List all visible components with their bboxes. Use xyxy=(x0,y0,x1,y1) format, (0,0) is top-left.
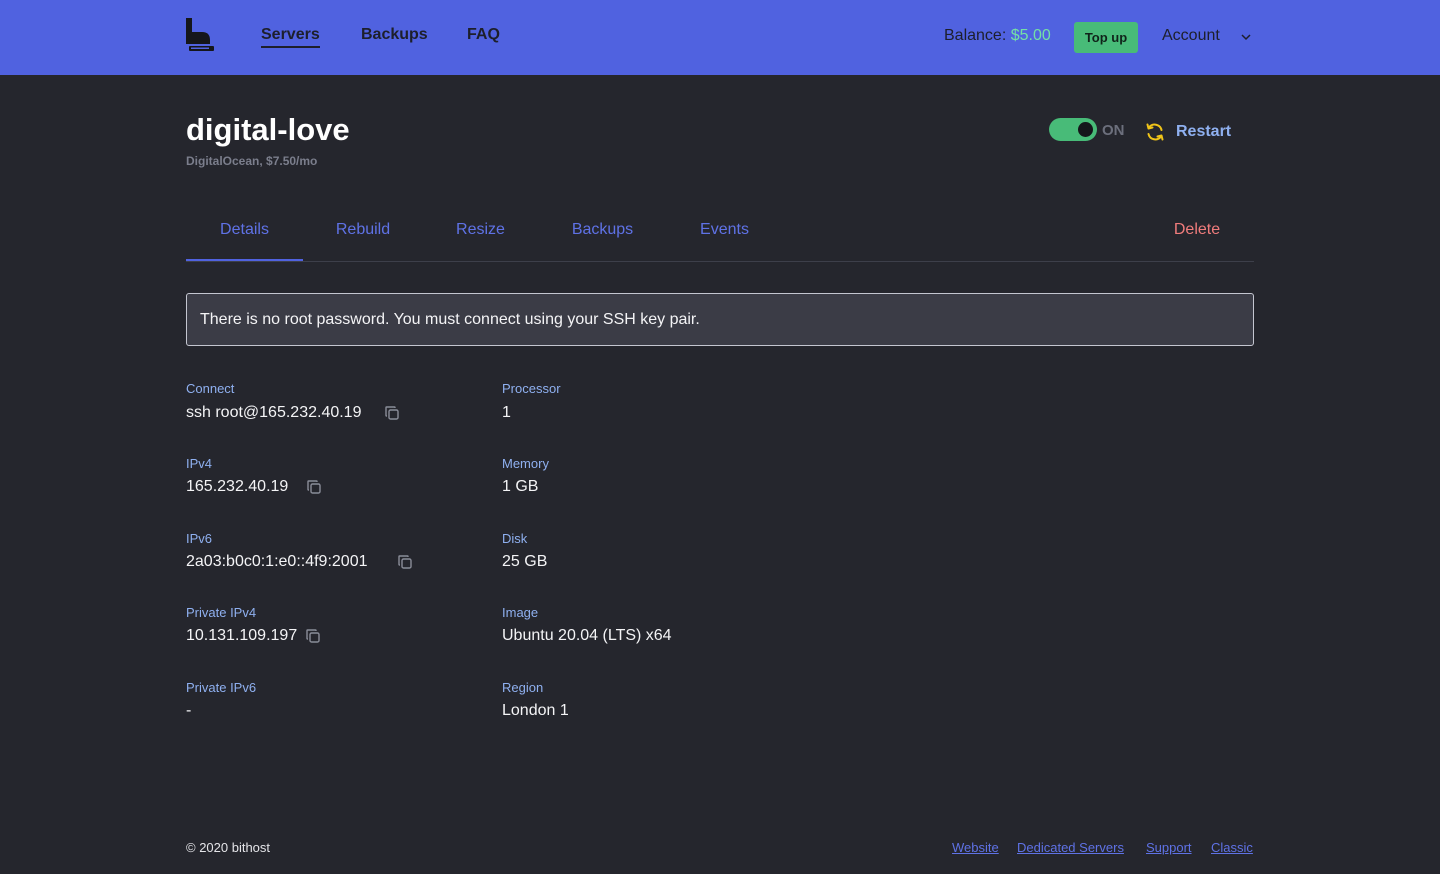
account-menu[interactable]: Account xyxy=(1162,27,1220,45)
balance-amount: $5.00 xyxy=(1010,27,1051,44)
private-ipv6-value: - xyxy=(186,702,192,719)
toggle-knob xyxy=(1078,122,1093,137)
refresh-icon xyxy=(1146,123,1164,141)
footer-link-dedicated-servers[interactable]: Dedicated Servers xyxy=(1017,840,1124,855)
nav-backups[interactable]: Backups xyxy=(361,26,428,44)
disk-label: Disk xyxy=(502,531,528,546)
chevron-down-icon[interactable] xyxy=(1240,32,1252,42)
tab-resize[interactable]: Resize xyxy=(423,200,538,260)
ipv6-value: 2a03:b0c0:1:e0::4f9:2001 xyxy=(186,553,368,570)
region-value: London 1 xyxy=(502,702,569,719)
nav-faq[interactable]: FAQ xyxy=(467,26,500,44)
processor-label: Processor xyxy=(502,381,561,396)
footer-link-classic[interactable]: Classic xyxy=(1211,840,1253,855)
copy-icon[interactable] xyxy=(397,554,413,570)
nav-servers[interactable]: Servers xyxy=(261,26,320,48)
copy-icon[interactable] xyxy=(306,479,322,495)
memory-value: 1 GB xyxy=(502,478,539,495)
top-navigation-bar: Servers Backups FAQ Balance: $5.00 Top u… xyxy=(0,0,1440,75)
tab-rebuild[interactable]: Rebuild xyxy=(303,200,423,260)
private-ipv4-value: 10.131.109.197 xyxy=(186,627,298,644)
server-tabs: Details Rebuild Resize Backups Events De… xyxy=(186,200,1254,262)
private-ipv6-label: Private IPv6 xyxy=(186,680,257,695)
notice-text: There is no root password. You must conn… xyxy=(200,311,700,328)
ssh-notice: There is no root password. You must conn… xyxy=(186,293,1254,346)
footer-link-website[interactable]: Website xyxy=(952,840,999,855)
power-toggle[interactable] xyxy=(1049,118,1097,141)
bithost-logo-icon[interactable] xyxy=(186,18,214,52)
copy-icon[interactable] xyxy=(305,628,321,644)
ipv6-label: IPv6 xyxy=(186,531,213,546)
image-value: Ubuntu 20.04 (LTS) x64 xyxy=(502,627,672,644)
copy-icon[interactable] xyxy=(384,405,400,421)
image-label: Image xyxy=(502,605,539,620)
processor-value: 1 xyxy=(502,404,511,421)
server-name: digital-love xyxy=(186,112,350,147)
balance-label: Balance: xyxy=(944,27,1007,44)
tab-events[interactable]: Events xyxy=(667,200,782,260)
connect-value: ssh root@165.232.40.19 xyxy=(186,404,362,421)
region-label: Region xyxy=(502,680,544,695)
footer-link-support[interactable]: Support xyxy=(1146,840,1192,855)
private-ipv4-label: Private IPv4 xyxy=(186,605,257,620)
connect-label: Connect xyxy=(186,381,235,396)
tab-delete[interactable]: Delete xyxy=(1154,200,1240,260)
ipv4-value: 165.232.40.19 xyxy=(186,478,289,495)
balance-display: Balance: $5.00 xyxy=(944,27,1051,45)
ipv4-label: IPv4 xyxy=(186,456,213,471)
tab-backups[interactable]: Backups xyxy=(538,200,667,260)
memory-label: Memory xyxy=(502,456,549,471)
footer-copyright: © 2020 bithost xyxy=(186,840,271,855)
restart-label: Restart xyxy=(1176,123,1232,140)
restart-button[interactable]: Restart xyxy=(1145,121,1231,143)
top-up-button[interactable]: Top up xyxy=(1074,22,1138,53)
power-state-label: ON xyxy=(1102,122,1125,139)
server-provider-price: DigitalOcean, $7.50/mo xyxy=(186,154,318,168)
disk-value: 25 GB xyxy=(502,553,548,570)
tab-details[interactable]: Details xyxy=(186,200,303,261)
